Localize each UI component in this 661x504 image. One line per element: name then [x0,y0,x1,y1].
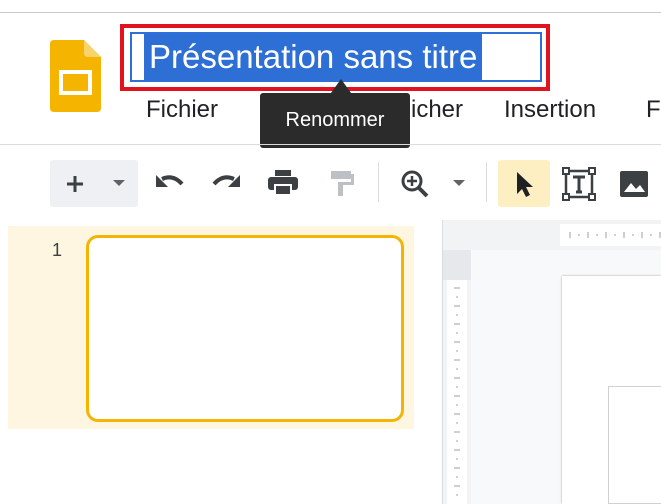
document-title-text[interactable]: Présentation sans titre [144,34,483,80]
redo-icon[interactable] [209,170,243,196]
select-cursor-icon[interactable] [511,170,537,198]
menu-toolbar-divider [0,144,661,145]
print-icon[interactable] [266,168,300,198]
toolbar-divider [486,162,487,202]
menu-afficher[interactable]: icher [411,96,463,124]
menu-insertion[interactable]: Insertion [504,96,596,124]
toolbar-divider [378,162,379,202]
image-icon[interactable] [618,168,650,200]
zoom-icon[interactable] [399,168,431,200]
slides-app-window: Présentation sans titre Fichier icher In… [0,0,661,504]
slides-logo-icon[interactable] [50,40,101,112]
slide-number: 1 [52,240,63,260]
paint-format-icon[interactable] [326,168,356,198]
slide-thumbnail[interactable] [86,235,404,422]
top-divider [0,12,661,13]
zoom-dropdown-icon[interactable] [451,177,467,189]
text-box-icon[interactable] [561,166,597,202]
vertical-ruler-ticks [454,287,460,496]
undo-icon[interactable] [153,170,187,196]
rename-tooltip: Renommer [260,93,410,148]
menu-format[interactable]: F [646,96,661,124]
plus-icon[interactable] [62,171,88,197]
menu-fichier[interactable]: Fichier [146,96,218,124]
tooltip-arrow [331,79,351,93]
horizontal-ruler-ticks [569,232,661,238]
tooltip-text: Renommer [285,109,385,131]
dropdown-arrow-icon[interactable] [111,177,127,189]
ruler-corner [443,250,471,280]
slide-text-placeholder[interactable] [608,386,661,504]
